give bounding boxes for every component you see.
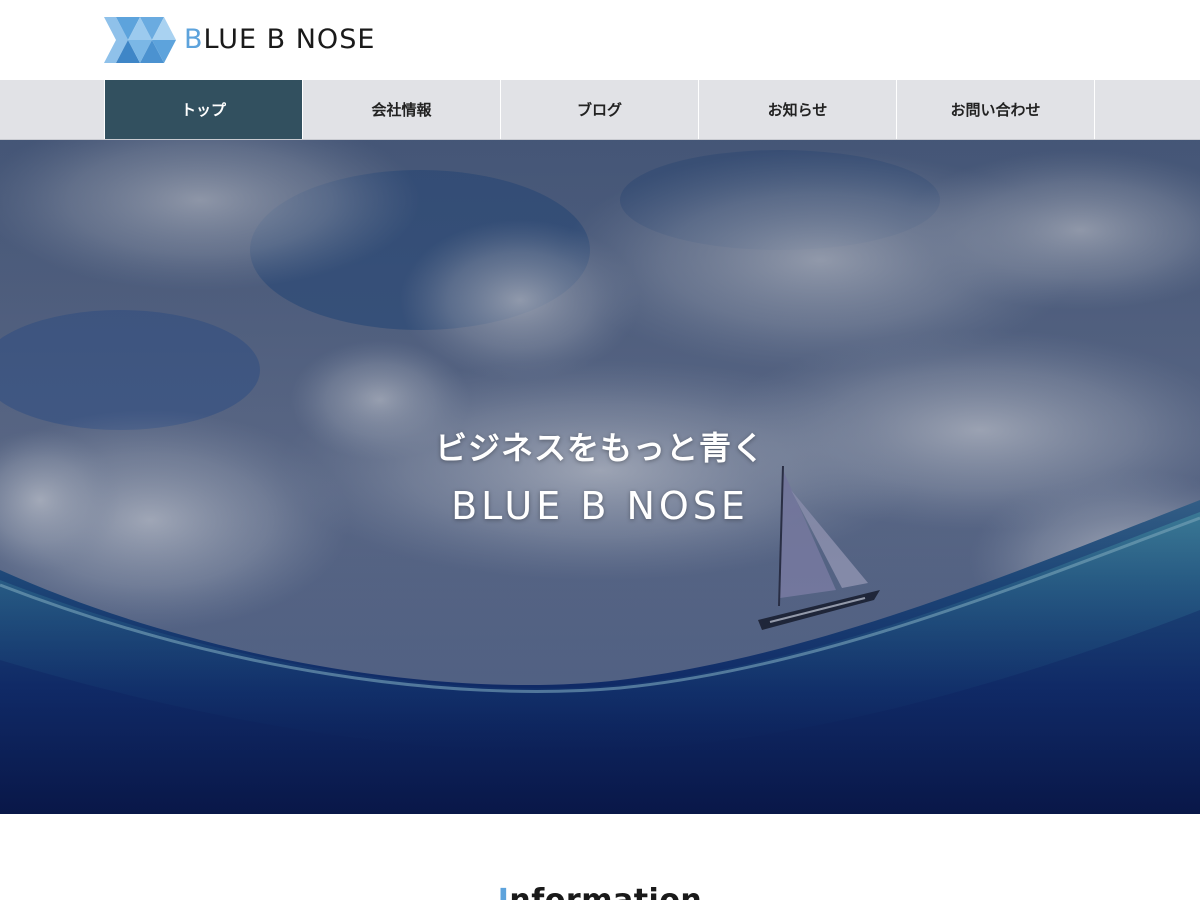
nav-item-contact[interactable]: お問い合わせ (897, 80, 1095, 139)
hero: ビジネスをもっと青く BLUE B NOSE (0, 140, 1200, 814)
nav-list: トップ 会社情報 ブログ お知らせ お問い合わせ (104, 80, 1095, 139)
nav-item-news[interactable]: お知らせ (699, 80, 897, 139)
hero-tagline: ビジネスをもっと青く (434, 429, 765, 467)
hero-brand: BLUE B NOSE (451, 484, 749, 528)
nav-item-label: お知らせ (767, 101, 828, 119)
global-nav: トップ 会社情報 ブログ お知らせ お問い合わせ (0, 80, 1200, 140)
nav-item-company[interactable]: 会社情報 (303, 80, 501, 139)
nav-item-label: トップ (180, 101, 226, 119)
information-section: Information (0, 814, 1200, 900)
hero-copy: ビジネスをもっと青く BLUE B NOSE (0, 422, 1200, 530)
information-heading: Information (0, 886, 1200, 900)
nav-item-blog[interactable]: ブログ (501, 80, 699, 139)
site-logo[interactable]: BLUE B NOSE (104, 17, 375, 63)
nav-item-label: ブログ (576, 101, 622, 119)
site-header: BLUE B NOSE (0, 0, 1200, 80)
logo-text: BLUE B NOSE (184, 24, 376, 55)
nav-item-label: 会社情報 (371, 101, 432, 119)
logo-mark-icon (104, 17, 176, 63)
nav-item-top[interactable]: トップ (105, 80, 303, 139)
nav-item-label: お問い合わせ (950, 101, 1041, 119)
